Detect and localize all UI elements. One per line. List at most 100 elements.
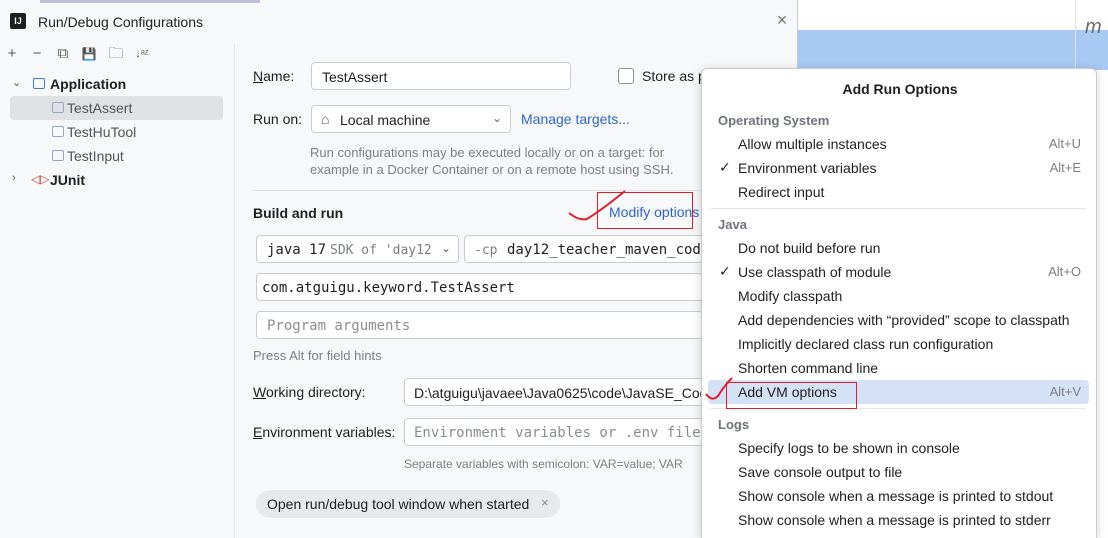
run-on-label: Run on: <box>253 111 303 127</box>
copy-icon[interactable]: ⧉ <box>55 46 71 62</box>
working-directory-input[interactable]: D:\atguigu\javaee\Java0625\code\JavaSE_C… <box>404 378 703 406</box>
env-vars-placeholder: Environment variables or .env files <box>414 425 703 441</box>
option-label: Do not build before run <box>738 240 881 256</box>
group-logs: Logs <box>718 417 750 432</box>
build-and-run-title: Build and run <box>253 205 344 221</box>
add-run-options-popup: Add Run Options Operating System Allow m… <box>701 68 1097 538</box>
run-on-select[interactable]: ⌂ Local machine ⌄ <box>311 105 511 133</box>
option-label: Specify logs to be shown in console <box>738 440 960 456</box>
annotation-box-add-vm-options <box>726 382 857 409</box>
chevron-down-icon[interactable]: ⌄ <box>12 76 21 89</box>
option-label: Shorten command line <box>738 360 879 376</box>
option-shortcut: Alt+E <box>1049 160 1081 175</box>
env-vars-label-rest: nvironment variables: <box>262 424 396 440</box>
group-separator <box>710 208 1086 209</box>
dialog-title: Run/Debug Configurations <box>38 14 203 30</box>
option-show-console-stderr[interactable]: Show console when a message is printed t… <box>708 508 1089 532</box>
background-letter: m <box>1085 16 1102 38</box>
option-label: Use classpath of module <box>738 264 892 280</box>
sort-icon[interactable]: ↓ᵃᶻ <box>134 46 150 62</box>
chevron-down-icon: ⌄ <box>441 241 452 255</box>
option-use-classpath-of-module[interactable]: ✓ Use classpath of module Alt+O <box>708 260 1089 284</box>
option-environment-variables[interactable]: ✓ Environment variables Alt+E <box>708 156 1089 180</box>
option-label: Show console when a message is printed t… <box>738 488 1054 504</box>
jdk-sdk-text: SDK of 'day12 <box>330 243 432 258</box>
working-directory-label: Working directory: <box>253 384 366 400</box>
close-icon[interactable]: × <box>541 495 549 510</box>
env-vars-input[interactable]: Environment variables or .env files <box>404 418 703 446</box>
background-selection-bar <box>798 30 1108 70</box>
option-show-console-stdout[interactable]: Show console when a message is printed t… <box>708 484 1089 508</box>
manage-targets-link[interactable]: Manage targets... <box>521 111 630 127</box>
option-label: Environment variables <box>738 160 877 176</box>
name-input[interactable]: TestAssert <box>311 62 571 90</box>
tree-item-label: TestAssert <box>67 100 133 116</box>
save-icon[interactable]: 💾 <box>81 46 97 62</box>
jdk-select[interactable]: java 17 SDK of 'day12 ⌄ <box>256 235 459 263</box>
close-icon[interactable]: × <box>772 10 792 30</box>
tree-label-application: Application <box>50 76 127 92</box>
option-specify-logs[interactable]: Specify logs to be shown in console <box>708 436 1089 460</box>
program-arguments-input[interactable]: Program arguments <box>256 311 703 339</box>
option-label: Save console output to file <box>738 464 903 480</box>
checkmark-icon: ✓ <box>719 159 731 175</box>
option-label: Allow multiple instances <box>738 136 887 152</box>
tree-item-testinput[interactable]: TestInput <box>0 144 235 168</box>
remove-icon[interactable]: − <box>29 46 45 62</box>
popup-title: Add Run Options <box>842 81 958 97</box>
option-tag-label: Open run/debug tool window when started <box>267 496 530 512</box>
tree-item-label: TestInput <box>67 148 124 164</box>
folder-add-icon[interactable]: 🗀 <box>108 46 124 62</box>
option-label: Modify classpath <box>738 288 843 304</box>
name-label: Name: <box>253 68 295 84</box>
classpath-select[interactable]: -cp day12_teacher_maven_code <box>464 235 709 263</box>
tree-item-testhutool[interactable]: TestHuTool <box>0 120 235 144</box>
option-allow-multiple-instances[interactable]: Allow multiple instances Alt+U <box>708 132 1089 156</box>
tree-label-junit: JUnit <box>50 172 85 188</box>
store-as-project-label: Store as p <box>642 68 706 84</box>
main-class-input[interactable]: com.atguigu.keyword.TestAssert <box>256 273 703 301</box>
option-modify-classpath[interactable]: Modify classpath <box>708 284 1089 308</box>
run-on-hint-line2: example in a Docker Container or on a re… <box>310 162 674 177</box>
option-redirect-input[interactable]: Redirect input <box>708 180 1089 204</box>
classpath-value: day12_teacher_maven_code <box>507 242 710 258</box>
intellij-icon: IJ <box>10 13 26 29</box>
option-do-not-build[interactable]: Do not build before run <box>708 236 1089 260</box>
class-config-icon <box>52 150 64 161</box>
main-class-value: com.atguigu.keyword.TestAssert <box>262 280 515 296</box>
option-implicitly-declared-class[interactable]: Implicitly declared class run configurat… <box>708 332 1089 356</box>
option-save-console-output[interactable]: Save console output to file <box>708 460 1089 484</box>
option-shortcut: Alt+O <box>1048 264 1081 279</box>
option-label: Implicitly declared class run configurat… <box>738 336 994 352</box>
home-icon: ⌂ <box>321 111 330 127</box>
option-tag-open-tool-window[interactable]: Open run/debug tool window when started … <box>256 490 560 518</box>
option-shortcut: Alt+V <box>1049 384 1081 399</box>
chevron-down-icon: ⌄ <box>492 111 503 125</box>
name-label-rest: ame: <box>263 68 295 84</box>
tree-item-testassert[interactable]: TestAssert <box>0 96 235 120</box>
tree-node-application[interactable]: ⌄ Application <box>0 72 235 96</box>
classpath-prefix: -cp <box>474 243 498 258</box>
store-as-project-checkbox[interactable] <box>618 68 634 84</box>
env-vars-hint: Separate variables with semicolon: VAR=v… <box>404 457 683 471</box>
add-icon[interactable]: + <box>4 46 20 62</box>
group-java: Java <box>718 217 747 232</box>
option-shorten-command-line[interactable]: Shorten command line <box>708 356 1089 380</box>
working-directory-label-rest: orking directory: <box>265 384 366 400</box>
dialog-titlebar[interactable]: IJ Run/Debug Configurations × <box>0 0 798 44</box>
checkmark-icon: ✓ <box>719 263 731 279</box>
run-on-value: Local machine <box>340 112 431 128</box>
alt-field-hint: Press Alt for field hints <box>253 348 382 363</box>
option-label: Show console when a message is printed t… <box>738 512 1051 528</box>
application-icon <box>33 78 45 89</box>
annotation-checkmark-icon <box>705 377 733 400</box>
junit-icon: ◁▷ <box>31 172 50 186</box>
option-label: Redirect input <box>738 184 825 200</box>
tree-node-junit[interactable]: › ◁▷ JUnit <box>0 168 235 192</box>
chevron-right-icon[interactable]: › <box>12 172 16 184</box>
tree-item-label: TestHuTool <box>67 124 137 140</box>
group-operating-system: Operating System <box>718 113 830 128</box>
option-add-provided-dependencies[interactable]: Add dependencies with “provided” scope t… <box>708 308 1089 332</box>
jdk-java-version: java 17 <box>267 242 327 258</box>
annotation-checkmark-icon <box>568 190 626 221</box>
